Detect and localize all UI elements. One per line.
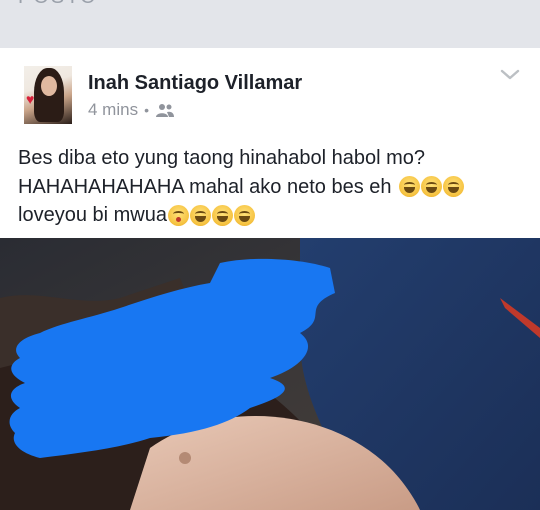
ear-detail <box>179 452 191 464</box>
laughing-tears-emoji <box>442 176 464 198</box>
message-line-2: HAHAHAHAHAHA mahal ako neto bes eh <box>18 173 528 202</box>
post-card: ♥ Inah Santiago Villamar 4 mins • Bes di… <box>0 48 540 510</box>
laughing-tears-emoji <box>211 204 233 226</box>
avatar[interactable]: ♥ <box>24 66 72 124</box>
kissing-emoji <box>167 204 189 226</box>
cut-off-text: POSTO <box>18 0 98 9</box>
author-name[interactable]: Inah Santiago Villamar <box>88 72 302 95</box>
message-text-2: HAHAHAHAHAHA mahal ako neto bes eh <box>18 175 392 198</box>
friends-icon[interactable] <box>155 102 175 118</box>
previous-post-strip: POSTO <box>0 0 540 48</box>
message-line-3: loveyou bi mwua <box>18 201 528 230</box>
chevron-down-icon[interactable] <box>498 66 522 84</box>
post-header: ♥ Inah Santiago Villamar 4 mins • <box>0 48 540 138</box>
message-text-1: Bes diba eto yung taong hinahabol habol … <box>18 147 425 169</box>
post-meta: 4 mins • <box>88 100 175 120</box>
meta-separator: • <box>144 102 149 118</box>
laughing-tears-emoji <box>189 204 211 226</box>
message-line-1: Bes diba eto yung taong hinahabol habol … <box>18 144 528 173</box>
post-message: Bes diba eto yung taong hinahabol habol … <box>18 144 528 230</box>
avatar-face <box>41 76 57 96</box>
heart-icon: ♥ <box>26 91 35 107</box>
post-photo[interactable] <box>0 238 540 510</box>
post-time[interactable]: 4 mins <box>88 100 138 120</box>
laughing-tears-emoji <box>420 176 442 198</box>
laughing-tears-emoji <box>398 176 420 198</box>
laughing-tears-emoji <box>233 204 255 226</box>
message-text-3: loveyou bi mwua <box>18 204 167 226</box>
